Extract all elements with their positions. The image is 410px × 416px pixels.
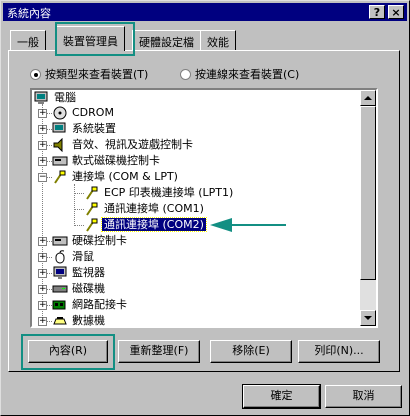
tree-item-label: 滑鼠 [72, 250, 94, 263]
tree-item-label: 數據機 [72, 314, 105, 327]
tree-item-system-devices[interactable]: 系統裝置 [52, 121, 118, 137]
tree-root-label: 電腦 [54, 91, 76, 104]
cdrom-icon [53, 106, 67, 120]
tree-item-hdd-controller[interactable]: 硬碟控制卡 [52, 233, 129, 249]
radio-by-type[interactable]: 按類型來查看裝置(T) [30, 66, 148, 82]
expand-icon[interactable]: + [38, 269, 47, 278]
tree-item-cdrom[interactable]: CDROM [52, 105, 116, 121]
tree-item-modems[interactable]: 數據機 [52, 313, 107, 327]
tree-item-label: 音效、視訊及遊戲控制卡 [72, 138, 193, 151]
tree-item-disk-drives[interactable]: 磁碟機 [52, 281, 107, 297]
tree-item-label: 系統裝置 [72, 122, 116, 135]
ok-button[interactable]: 確定 [242, 384, 321, 409]
tree-item-label: 硬碟控制卡 [72, 234, 127, 247]
tree-item-label: 網路配接卡 [72, 298, 127, 311]
scroll-down-button[interactable] [360, 310, 376, 326]
tree-item-label-selected: 通訊連接埠 (COM2) [101, 217, 207, 232]
device-tree[interactable]: 電腦 + CDROM + 系統裝置 + 音效、視訊及遊戲控制卡 + 軟式磁碟機控… [30, 88, 378, 328]
tree-item-floppy-controller[interactable]: 軟式磁碟機控制卡 [52, 153, 162, 169]
tree-item-ports[interactable]: 連接埠 (COM & LPT) [52, 169, 180, 185]
radio-by-type-label: 按類型來查看裝置(T) [45, 68, 149, 81]
network-adapter-icon [52, 300, 66, 310]
tree-root[interactable]: 電腦 [34, 90, 78, 106]
tree-item-label: 連接埠 (COM & LPT) [72, 170, 178, 183]
expand-icon[interactable]: + [38, 317, 47, 326]
collapse-icon[interactable]: − [38, 173, 47, 182]
tree-item-label: 軟式磁碟機控制卡 [72, 154, 160, 167]
tree-item-label: CDROM [72, 106, 114, 119]
scroll-thumb[interactable] [360, 106, 376, 280]
tab-device-manager[interactable]: 裝置管理員 [56, 26, 125, 51]
expand-icon[interactable]: + [38, 125, 47, 134]
speaker-icon [53, 138, 63, 152]
tab-general[interactable]: 一般 [10, 30, 46, 50]
radio-by-connection[interactable]: 按連線來查看裝置(C) [180, 66, 299, 82]
monitor-icon [53, 266, 67, 279]
arrow-up-icon [364, 96, 372, 100]
port-icon [54, 170, 66, 184]
tab-performance[interactable]: 效能 [200, 30, 236, 50]
scroll-up-button[interactable] [360, 90, 376, 106]
tree-connector [74, 225, 84, 226]
expand-icon[interactable]: + [38, 301, 47, 310]
tree-item-network-adapters[interactable]: 網路配接卡 [52, 297, 129, 313]
tree-item-sound-video[interactable]: 音效、視訊及遊戲控制卡 [52, 137, 195, 153]
expand-icon[interactable]: + [38, 237, 47, 246]
cancel-button[interactable]: 取消 [325, 385, 402, 408]
close-button[interactable]: × [388, 5, 404, 19]
port-icon [86, 186, 98, 200]
tree-item-label: 通訊連接埠 (COM1) [104, 202, 204, 215]
radio-dot [180, 69, 191, 80]
expand-icon[interactable]: + [38, 285, 47, 294]
port-icon [86, 218, 98, 232]
tree-connector [74, 209, 84, 210]
arrow-down-icon [364, 316, 372, 320]
tree-item-mouse[interactable]: 滑鼠 [52, 249, 96, 265]
tree-item-label: ECP 印表機連接埠 (LPT1) [104, 186, 234, 199]
radio-dot-selected [30, 69, 41, 80]
properties-button[interactable]: 內容(R) [28, 340, 108, 363]
tree-item-com1[interactable]: 通訊連接埠 (COM1) [84, 201, 206, 217]
tree-scrollbar[interactable] [360, 90, 376, 326]
refresh-button[interactable]: 重新整理(F) [118, 340, 200, 363]
expand-icon[interactable]: + [38, 141, 47, 150]
tree-item-label: 磁碟機 [72, 282, 105, 295]
controller-icon [52, 156, 68, 166]
annotation-arrow-icon [210, 218, 286, 232]
expand-icon[interactable]: + [38, 157, 47, 166]
controller-icon [52, 236, 68, 246]
print-button[interactable]: 列印(N)... [298, 340, 380, 363]
help-button[interactable]: ? [369, 5, 385, 19]
radio-by-connection-label: 按連線來查看裝置(C) [195, 68, 300, 81]
computer-icon [34, 91, 48, 104]
tree-connector [74, 184, 75, 226]
mouse-icon [55, 250, 65, 264]
tab-hardware-profiles[interactable]: 硬體設定檔 [132, 30, 201, 50]
title-bar[interactable]: 系統內容 ? × [3, 3, 407, 21]
expand-icon[interactable]: + [38, 109, 47, 118]
remove-button[interactable]: 移除(E) [210, 340, 292, 363]
disk-drive-icon [52, 285, 68, 293]
modem-icon [53, 317, 67, 325]
tree-connector [74, 193, 84, 194]
expand-icon[interactable]: + [38, 253, 47, 262]
tree-item-monitor[interactable]: 監視器 [52, 265, 107, 281]
tree-item-label: 監視器 [72, 266, 105, 279]
window-title: 系統內容 [7, 7, 51, 20]
tree-item-ecp-lpt1[interactable]: ECP 印表機連接埠 (LPT1) [84, 185, 235, 201]
tree-item-com2[interactable]: 通訊連接埠 (COM2) [84, 217, 207, 233]
port-icon [86, 202, 98, 216]
system-device-icon [52, 122, 66, 133]
